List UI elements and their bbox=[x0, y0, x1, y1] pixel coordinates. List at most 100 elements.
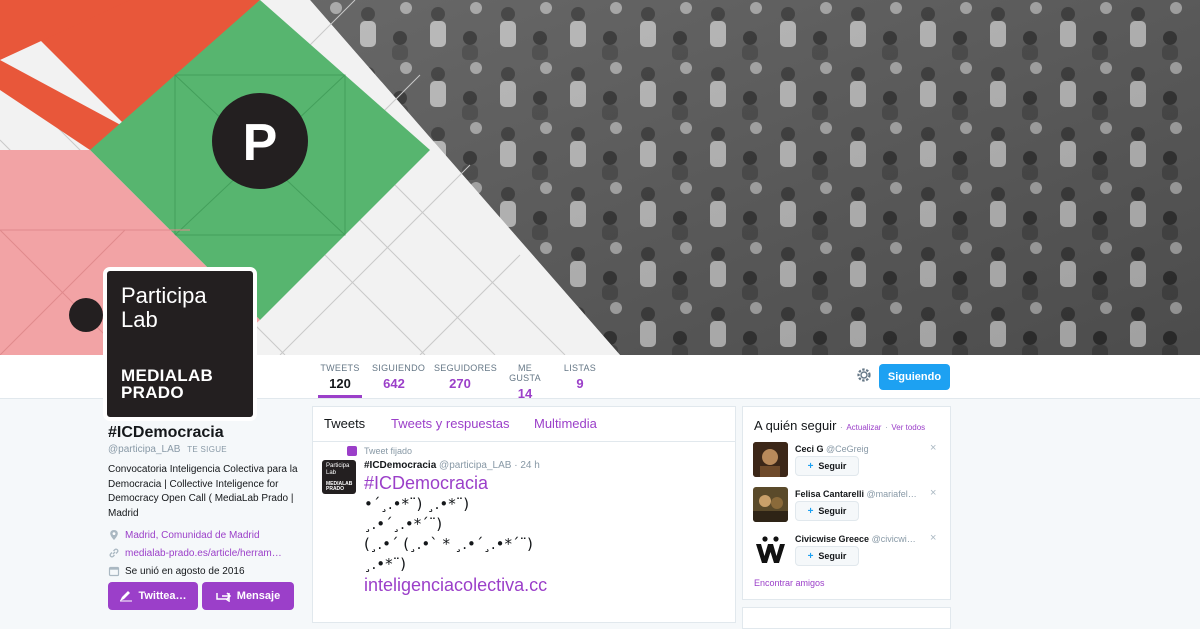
timeline-card: Tweets Tweets y respuestas Multimedia Tw… bbox=[312, 406, 736, 623]
suggestion-avatar[interactable] bbox=[753, 532, 788, 567]
pinned-indicator: Tweet fijado bbox=[347, 446, 412, 456]
banner-logo-letter: P bbox=[243, 114, 278, 172]
following-button[interactable]: Siguiendo bbox=[879, 364, 950, 390]
tweet-header: #ICDemocracia @participa_LAB · 24 h bbox=[364, 460, 540, 471]
tweet-to-button[interactable]: Twittea… bbox=[108, 582, 198, 610]
follow-label: Seguir bbox=[818, 461, 847, 471]
suggestion-item: Civicwise Greece @civicwi… × + Seguir bbox=[753, 532, 943, 572]
link-icon bbox=[109, 548, 119, 558]
dismiss-close-icon[interactable]: × bbox=[930, 442, 936, 454]
suggestion-item: Ceci G @CeGreig × + Seguir bbox=[753, 442, 943, 482]
tweet-avatar-line-1: Participa bbox=[326, 463, 350, 469]
suggestion-name-row: Felisa Cantarelli @mariafel… bbox=[795, 489, 935, 499]
follows-you-badge: TE SIGUE bbox=[187, 445, 227, 454]
pinned-label: Tweet fijado bbox=[364, 446, 413, 456]
suggestion-photo bbox=[753, 487, 788, 522]
stat-following[interactable]: SIGUIENDO 642 bbox=[372, 363, 426, 398]
profile-bio: Convocatoria Inteligencia Colectiva para… bbox=[108, 464, 298, 519]
stat-following-value: 642 bbox=[383, 376, 405, 391]
suggestion-handle[interactable]: @civicwi… bbox=[872, 534, 916, 544]
pin-icon bbox=[347, 446, 357, 456]
profile-location[interactable]: Madrid, Comunidad de Madrid bbox=[125, 530, 260, 541]
avatar-wordmark: Participa Lab bbox=[121, 284, 207, 332]
stat-tweets-value: 120 bbox=[329, 376, 351, 391]
dismiss-close-icon[interactable]: × bbox=[930, 532, 936, 544]
follow-button[interactable]: + Seguir bbox=[795, 546, 859, 566]
avatar-line-1: Participa bbox=[121, 283, 207, 308]
tweet-to-label: Twittea… bbox=[138, 590, 187, 602]
suggestion-name[interactable]: Felisa Cantarelli bbox=[795, 489, 864, 499]
tab-tweets[interactable]: Tweets bbox=[324, 416, 365, 431]
header-separator-2: · bbox=[885, 423, 888, 432]
profile-handle-row: @participa_LAB TE SIGUE bbox=[108, 444, 298, 455]
stat-likes-value: 14 bbox=[517, 386, 533, 401]
profile-handle[interactable]: @participa_LAB bbox=[108, 444, 180, 455]
suggestion-name[interactable]: Civicwise Greece bbox=[795, 534, 869, 544]
suggestion-name[interactable]: Ceci G bbox=[795, 444, 824, 454]
tweet-author-avatar[interactable]: Participa Lab MEDIALAB PRADO bbox=[322, 460, 356, 494]
stat-followers-value: 270 bbox=[449, 376, 471, 391]
suggestion-handle[interactable]: @mariafel… bbox=[867, 489, 917, 499]
message-icon bbox=[216, 592, 231, 602]
tweet-art-line-4: ¸.•*¨) bbox=[364, 555, 406, 573]
message-button[interactable]: Mensaje bbox=[202, 582, 294, 610]
suggestion-handle[interactable]: @CeGreig bbox=[826, 444, 869, 454]
tweet-link[interactable]: inteligenciacolectiva.cc bbox=[364, 574, 724, 596]
civicwise-logo-icon bbox=[753, 532, 788, 567]
location-pin-icon bbox=[110, 530, 118, 540]
suggestion-avatar[interactable] bbox=[753, 442, 788, 477]
stat-lists-value: 9 bbox=[576, 376, 584, 391]
tweet-art-line-2: ¸.•´¸.•*´¨) bbox=[364, 515, 443, 533]
compose-icon bbox=[120, 591, 133, 602]
timeline-tabs: Tweets Tweets y respuestas Multimedia bbox=[313, 407, 735, 442]
suggestion-name-row: Civicwise Greece @civicwi… bbox=[795, 534, 935, 544]
who-to-follow-card: A quién seguir · Actualizar · Ver todos … bbox=[742, 406, 951, 600]
suggestion-photo bbox=[753, 442, 788, 477]
stat-following-label: SIGUIENDO bbox=[372, 363, 426, 373]
stat-likes[interactable]: ME GUSTA 14 bbox=[502, 363, 548, 401]
profile-name[interactable]: #ICDemocracia bbox=[108, 424, 298, 442]
suggestion-avatar[interactable] bbox=[753, 487, 788, 522]
tweet-dot: · bbox=[514, 460, 518, 471]
tweet-author-handle[interactable]: @participa_LAB bbox=[439, 460, 511, 471]
profile-card: #ICDemocracia @participa_LAB TE SIGUE Co… bbox=[108, 424, 298, 577]
avatar-line-2: Lab bbox=[121, 307, 158, 332]
who-to-follow-title: A quién seguir bbox=[754, 418, 837, 433]
stat-tweets[interactable]: TWEETS 120 bbox=[318, 363, 362, 398]
follow-button[interactable]: + Seguir bbox=[795, 501, 859, 521]
message-label: Mensaje bbox=[236, 590, 281, 602]
tweet-avatar-brand: MEDIALAB PRADO bbox=[326, 482, 352, 492]
tab-tweets-and-replies[interactable]: Tweets y respuestas bbox=[391, 416, 510, 431]
tweet-body: #ICDemocracia •´¸.•*¨) ¸.•*¨) ¸.•´¸.•*´¨… bbox=[364, 473, 724, 596]
add-user-icon: + bbox=[807, 460, 814, 472]
stat-lists[interactable]: LISTAS 9 bbox=[562, 363, 598, 398]
add-user-icon: + bbox=[807, 505, 814, 517]
tweet-avatar-line-2: Lab bbox=[326, 470, 337, 476]
follow-button[interactable]: + Seguir bbox=[795, 456, 859, 476]
avatar-brand-line-2: PRADO bbox=[121, 383, 184, 402]
find-friends-link[interactable]: Encontrar amigos bbox=[754, 578, 825, 588]
profile-url[interactable]: medialab-prado.es/article/herram… bbox=[125, 548, 282, 559]
refresh-link[interactable]: Actualizar bbox=[846, 423, 881, 432]
who-to-follow-header: A quién seguir · Actualizar · Ver todos bbox=[754, 418, 925, 433]
header-separator: · bbox=[840, 423, 843, 432]
tweet-author-name[interactable]: #ICDemocracia bbox=[364, 460, 436, 471]
tweet-art-line-3: (¸.•´ (¸.•` * ¸.•´¸.•*´¨) bbox=[364, 535, 533, 553]
dismiss-close-icon[interactable]: × bbox=[930, 487, 936, 499]
tab-media[interactable]: Multimedia bbox=[534, 416, 597, 431]
tweet-avatar-brand-2: PRADO bbox=[326, 486, 345, 492]
suggestion-name-row: Ceci G @CeGreig bbox=[795, 444, 935, 454]
stat-followers[interactable]: SEGUIDORES 270 bbox=[434, 363, 498, 398]
calendar-icon bbox=[108, 566, 120, 577]
profile-url-row: medialab-prado.es/article/herram… bbox=[108, 547, 298, 559]
tweet-avatar-wordmark: Participa Lab bbox=[326, 463, 349, 477]
tweet-art-line-1: •´¸.•*¨) ¸.•*¨) bbox=[364, 495, 470, 513]
follow-label: Seguir bbox=[818, 506, 847, 516]
view-all-link[interactable]: Ver todos bbox=[891, 423, 925, 432]
stat-tweets-label: TWEETS bbox=[320, 363, 360, 373]
stat-followers-label: SEGUIDORES bbox=[434, 363, 498, 373]
tweet-hashtag[interactable]: #ICDemocracia bbox=[364, 473, 724, 494]
tweet-timestamp[interactable]: 24 h bbox=[520, 460, 539, 471]
profile-avatar[interactable]: Participa Lab MEDIALAB PRADO bbox=[103, 267, 257, 421]
gear-icon[interactable] bbox=[855, 366, 873, 384]
